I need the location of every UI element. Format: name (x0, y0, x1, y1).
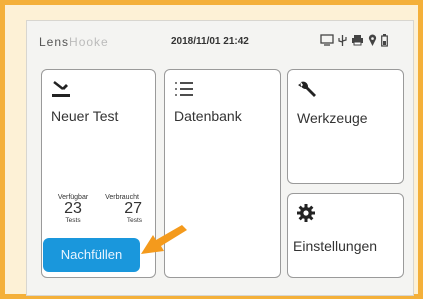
datetime: 2018/11/01 21:42 (171, 36, 249, 47)
refill-button[interactable]: Nachfüllen (43, 238, 140, 272)
status-icons (320, 33, 388, 47)
usb-icon (338, 34, 347, 47)
pipette-icon (51, 80, 71, 103)
wrench-icon (297, 80, 317, 105)
location-pin-icon (368, 34, 377, 47)
logo-light: Hooke (69, 35, 109, 49)
printer-icon (351, 34, 364, 46)
settings-label: Einstellungen (293, 238, 378, 254)
gear-icon (297, 204, 315, 227)
used-tests: Verbraucht 27 Tests (98, 194, 146, 224)
display-icon (320, 34, 334, 46)
used-count: 27 (124, 200, 142, 217)
tools-label: Werkzeuge (297, 110, 368, 126)
logo-main: Lens (39, 35, 70, 49)
highlight-arrow-icon (139, 222, 189, 261)
available-tests: Verfügbar 23 Tests (50, 194, 96, 224)
available-count: 23 (64, 200, 82, 217)
tools-card[interactable]: Werkzeuge (287, 69, 404, 184)
list-icon (174, 80, 194, 103)
database-label: Datenbank (174, 108, 242, 124)
new-test-label: Neuer Test (51, 108, 119, 124)
brand-logo: LensHooke (39, 35, 109, 49)
settings-card[interactable]: Einstellungen (287, 193, 404, 278)
device-screen: LensHooke 2018/11/01 21:42 Neuer Test Ve… (26, 20, 414, 296)
battery-icon (381, 33, 388, 47)
status-bar: LensHooke 2018/11/01 21:42 (27, 21, 413, 61)
available-unit: Tests (65, 217, 81, 224)
